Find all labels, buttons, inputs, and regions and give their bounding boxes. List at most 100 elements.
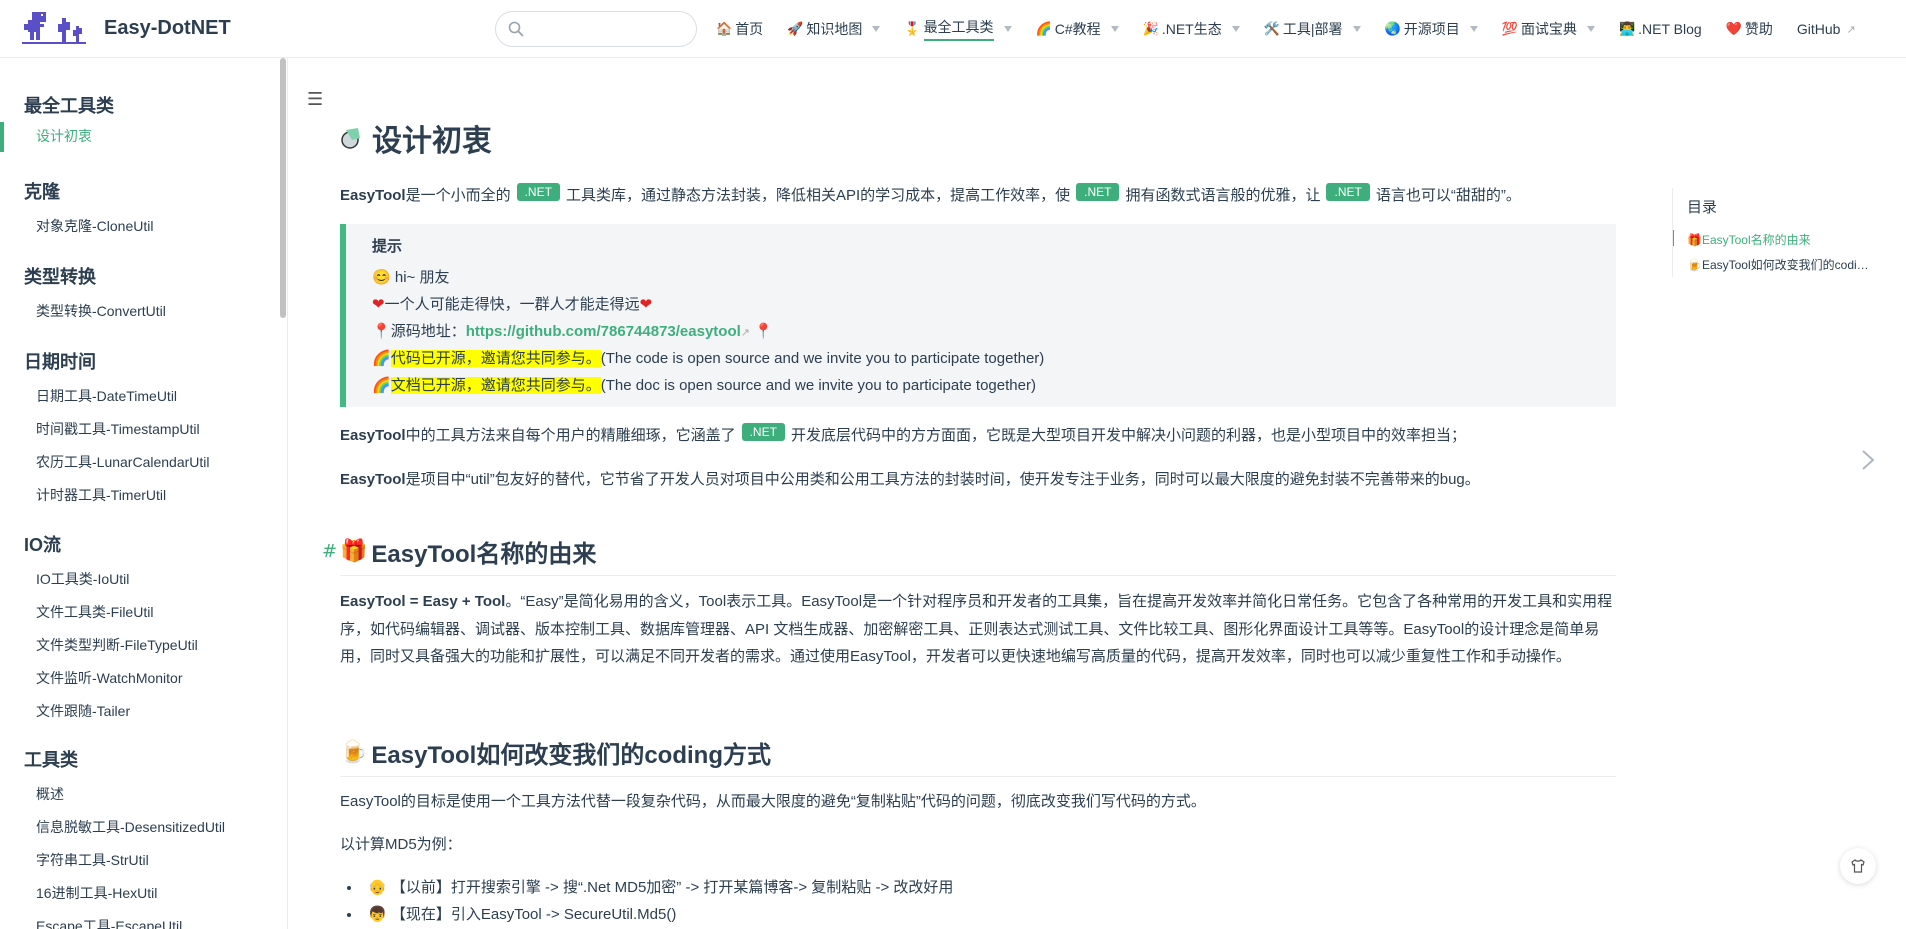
- sidebar-item[interactable]: 计时器工具-TimerUtil: [24, 479, 210, 512]
- nav-home[interactable]: 🏠 首页: [716, 0, 763, 58]
- nav-label: 赞助: [1744, 21, 1773, 37]
- sidebar-toggle-icon[interactable]: ☰: [307, 89, 323, 110]
- hundred-icon: 💯: [1501, 21, 1518, 36]
- rainbow-icon: 🌈: [1035, 21, 1052, 36]
- search-input[interactable]: [532, 18, 682, 40]
- external-link-icon: ↗: [1846, 23, 1856, 36]
- heart-icon: ❤: [372, 296, 385, 313]
- sidebar-heading[interactable]: 最全工具类: [24, 92, 114, 118]
- sidebar-item[interactable]: 16进制工具-HexUtil: [24, 877, 225, 910]
- sidebar-group-convert: 类型转换 类型转换-ConvertUtil: [24, 263, 166, 328]
- sidebar-heading[interactable]: 克隆: [24, 178, 153, 204]
- nav-label: GitHub: [1796, 21, 1841, 37]
- dotnet-badge: .NET: [1076, 183, 1120, 201]
- nav-label: 知识地图: [806, 21, 863, 37]
- nav-sponsor[interactable]: ❤️ 赞助: [1726, 0, 1773, 58]
- sidebar-item[interactable]: Escape工具-EscapeUtil: [24, 910, 225, 929]
- sidebar-heading[interactable]: 日期时间: [24, 348, 210, 374]
- nav-label: 最全工具类: [923, 17, 994, 41]
- external-link-icon: ↗: [740, 327, 751, 339]
- bold-text: EasyTool: [340, 471, 406, 488]
- sidebar-item[interactable]: 概述: [24, 778, 225, 811]
- shirt-icon: [1851, 859, 1865, 873]
- sidebar-group-io: IO流 IO工具类-IoUtil 文件工具类-FileUtil 文件类型判断-F…: [24, 531, 198, 728]
- bold-text: EasyTool: [340, 427, 406, 444]
- tip-box: 提示 😊 hi~ 朋友 ❤一个人可能走得快，一群人才能走得远❤ 📍源码地址：ht…: [340, 224, 1616, 407]
- nav-label: C#教程: [1054, 21, 1101, 37]
- chevron-right-icon[interactable]: [1860, 448, 1876, 472]
- sidebar-heading[interactable]: 工具类: [24, 746, 225, 772]
- boy-icon: 👦: [368, 906, 387, 923]
- tip-line: 😊 hi~ 朋友: [372, 264, 1616, 291]
- toc-label: EasyTool如何改变我们的coding方式: [1701, 258, 1873, 272]
- tip-text: 源码地址：: [390, 323, 466, 340]
- nav-label: .NET生态: [1161, 21, 1222, 37]
- nav-csharp[interactable]: 🌈 C#教程: [1036, 0, 1119, 58]
- theme-toggle-button[interactable]: [1840, 848, 1876, 884]
- sidebar-item-design-intent[interactable]: 设计初衷: [24, 120, 92, 153]
- nav-interview[interactable]: 💯 面试宝典: [1502, 0, 1595, 58]
- developer-icon: 👨‍💻: [1618, 21, 1636, 36]
- list-item: 👴 【以前】打开搜索引擎 -> 搜“.Net MD5加密” -> 打开某篇博客-…: [362, 874, 953, 901]
- globe-icon: 🌏: [1384, 21, 1401, 36]
- gift-icon: 🎁: [1687, 233, 1702, 247]
- toc-item-name-origin[interactable]: 🎁EasyTool名称的由来: [1673, 227, 1873, 252]
- tip-text: 一个人可能走得快，一群人才能走得远: [384, 296, 640, 313]
- old-man-icon: 👴: [368, 879, 387, 896]
- page-heading: 设计初衷: [372, 125, 492, 158]
- text: 中的工具方法来自每个用户的精雕细琢，它涵盖了: [405, 427, 736, 444]
- sidebar-item[interactable]: 信息脱敏工具-DesensitizedUtil: [24, 811, 225, 844]
- sidebar-item[interactable]: 日期工具-DateTimeUtil: [24, 380, 210, 413]
- nav-dotnet-ecosystem[interactable]: 🎉 .NET生态: [1143, 0, 1240, 58]
- sidebar-item[interactable]: 文件工具类-FileUtil: [24, 596, 198, 629]
- sidebar-item[interactable]: IO工具类-IoUtil: [24, 563, 198, 596]
- sidebar-item[interactable]: 文件类型判断-FileTypeUtil: [24, 629, 198, 662]
- beer-icon: 🍺: [340, 740, 368, 765]
- nav-blog[interactable]: 👨‍💻 .NET Blog: [1619, 0, 1702, 58]
- sidebar-scrollbar[interactable]: [280, 58, 286, 318]
- toc-item-coding-way[interactable]: 🍺EasyTool如何改变我们的coding方式: [1673, 252, 1873, 277]
- dotnet-badge: .NET: [516, 183, 560, 201]
- sidebar-item[interactable]: 农历工具-LunarCalendarUtil: [24, 446, 210, 479]
- sidebar-group-datetime: 日期时间 日期工具-DateTimeUtil 时间戳工具-TimestampUt…: [24, 348, 210, 512]
- header-anchor[interactable]: #: [322, 541, 337, 562]
- nav-label: 开源项目: [1403, 21, 1460, 37]
- nav-tools[interactable]: 🎖️ 最全工具类: [904, 0, 1012, 58]
- pin-icon: 📍: [372, 323, 391, 340]
- list-item: 👦 【现在】引入EasyTool -> SecureUtil.Md5(): [362, 901, 953, 928]
- nav-label: 面试宝典: [1520, 21, 1577, 37]
- sidebar-item[interactable]: 文件监听-WatchMonitor: [24, 662, 198, 695]
- medal-icon: 🎖️: [904, 21, 921, 36]
- text: 拥有函数式语言般的优雅，让: [1125, 187, 1321, 204]
- chevron-down-icon: [1352, 26, 1361, 32]
- sidebar-group-utils: 工具类 概述 信息脱敏工具-DesensitizedUtil 字符串工具-Str…: [24, 746, 225, 929]
- source-code-link[interactable]: https://github.com/786744873/easytool: [466, 323, 741, 340]
- sidebar-item[interactable]: 时间戳工具-TimestampUtil: [24, 413, 210, 446]
- paragraph-md5-example: 以计算MD5为例：: [340, 836, 462, 853]
- nav-open-source[interactable]: 🌏 开源项目: [1385, 0, 1478, 58]
- search-box[interactable]: [495, 11, 697, 47]
- sidebar-item[interactable]: 对象克隆-CloneUtil: [24, 210, 153, 243]
- dotnet-badge: .NET: [1326, 183, 1370, 201]
- sidebar-item[interactable]: 文件跟随-Tailer: [24, 695, 198, 728]
- intro-paragraph: EasyTool是一个小而全的 .NET 工具类库，通过静态方法封装，降低相关API…: [340, 182, 1616, 209]
- list-text: 【现在】引入EasyTool -> SecureUtil.Md5(): [390, 906, 677, 923]
- sidebar-heading[interactable]: 类型转换: [24, 263, 166, 289]
- nav-github[interactable]: GitHub ↗: [1797, 0, 1856, 58]
- tools-icon: 🛠️: [1263, 21, 1280, 36]
- chevron-down-icon: [1110, 26, 1119, 32]
- chevron-down-icon: [1003, 26, 1012, 32]
- tip-line: 🌈文档已开源，邀请您共同参与。(The doc is open source a…: [372, 372, 1616, 399]
- comparison-list: 👴 【以前】打开搜索引擎 -> 搜“.Net MD5加密” -> 打开某篇博客-…: [362, 874, 953, 928]
- sidebar-item[interactable]: 字符串工具-StrUtil: [24, 844, 225, 877]
- nav-knowledge-map[interactable]: 🚀 知识地图: [787, 0, 881, 58]
- nav-tools-deploy[interactable]: 🛠️ 工具|部署: [1264, 0, 1361, 58]
- sidebar-item[interactable]: 类型转换-ConvertUtil: [24, 295, 166, 328]
- sidebar-heading[interactable]: IO流: [24, 531, 198, 557]
- pin-icon: 📍: [754, 323, 773, 340]
- text: 语言也可以“甜甜的”。: [1375, 187, 1521, 204]
- brand-link[interactable]: Easy-DotNET: [22, 8, 231, 48]
- bold-text: EasyTool: [340, 187, 406, 204]
- text: 是项目中“util”包友好的替代，它节省了开发人员对项目中公用类和公用工具方法的…: [405, 471, 1480, 488]
- section-heading-name-origin: # 🎁 EasyTool名称的由来: [322, 534, 1616, 576]
